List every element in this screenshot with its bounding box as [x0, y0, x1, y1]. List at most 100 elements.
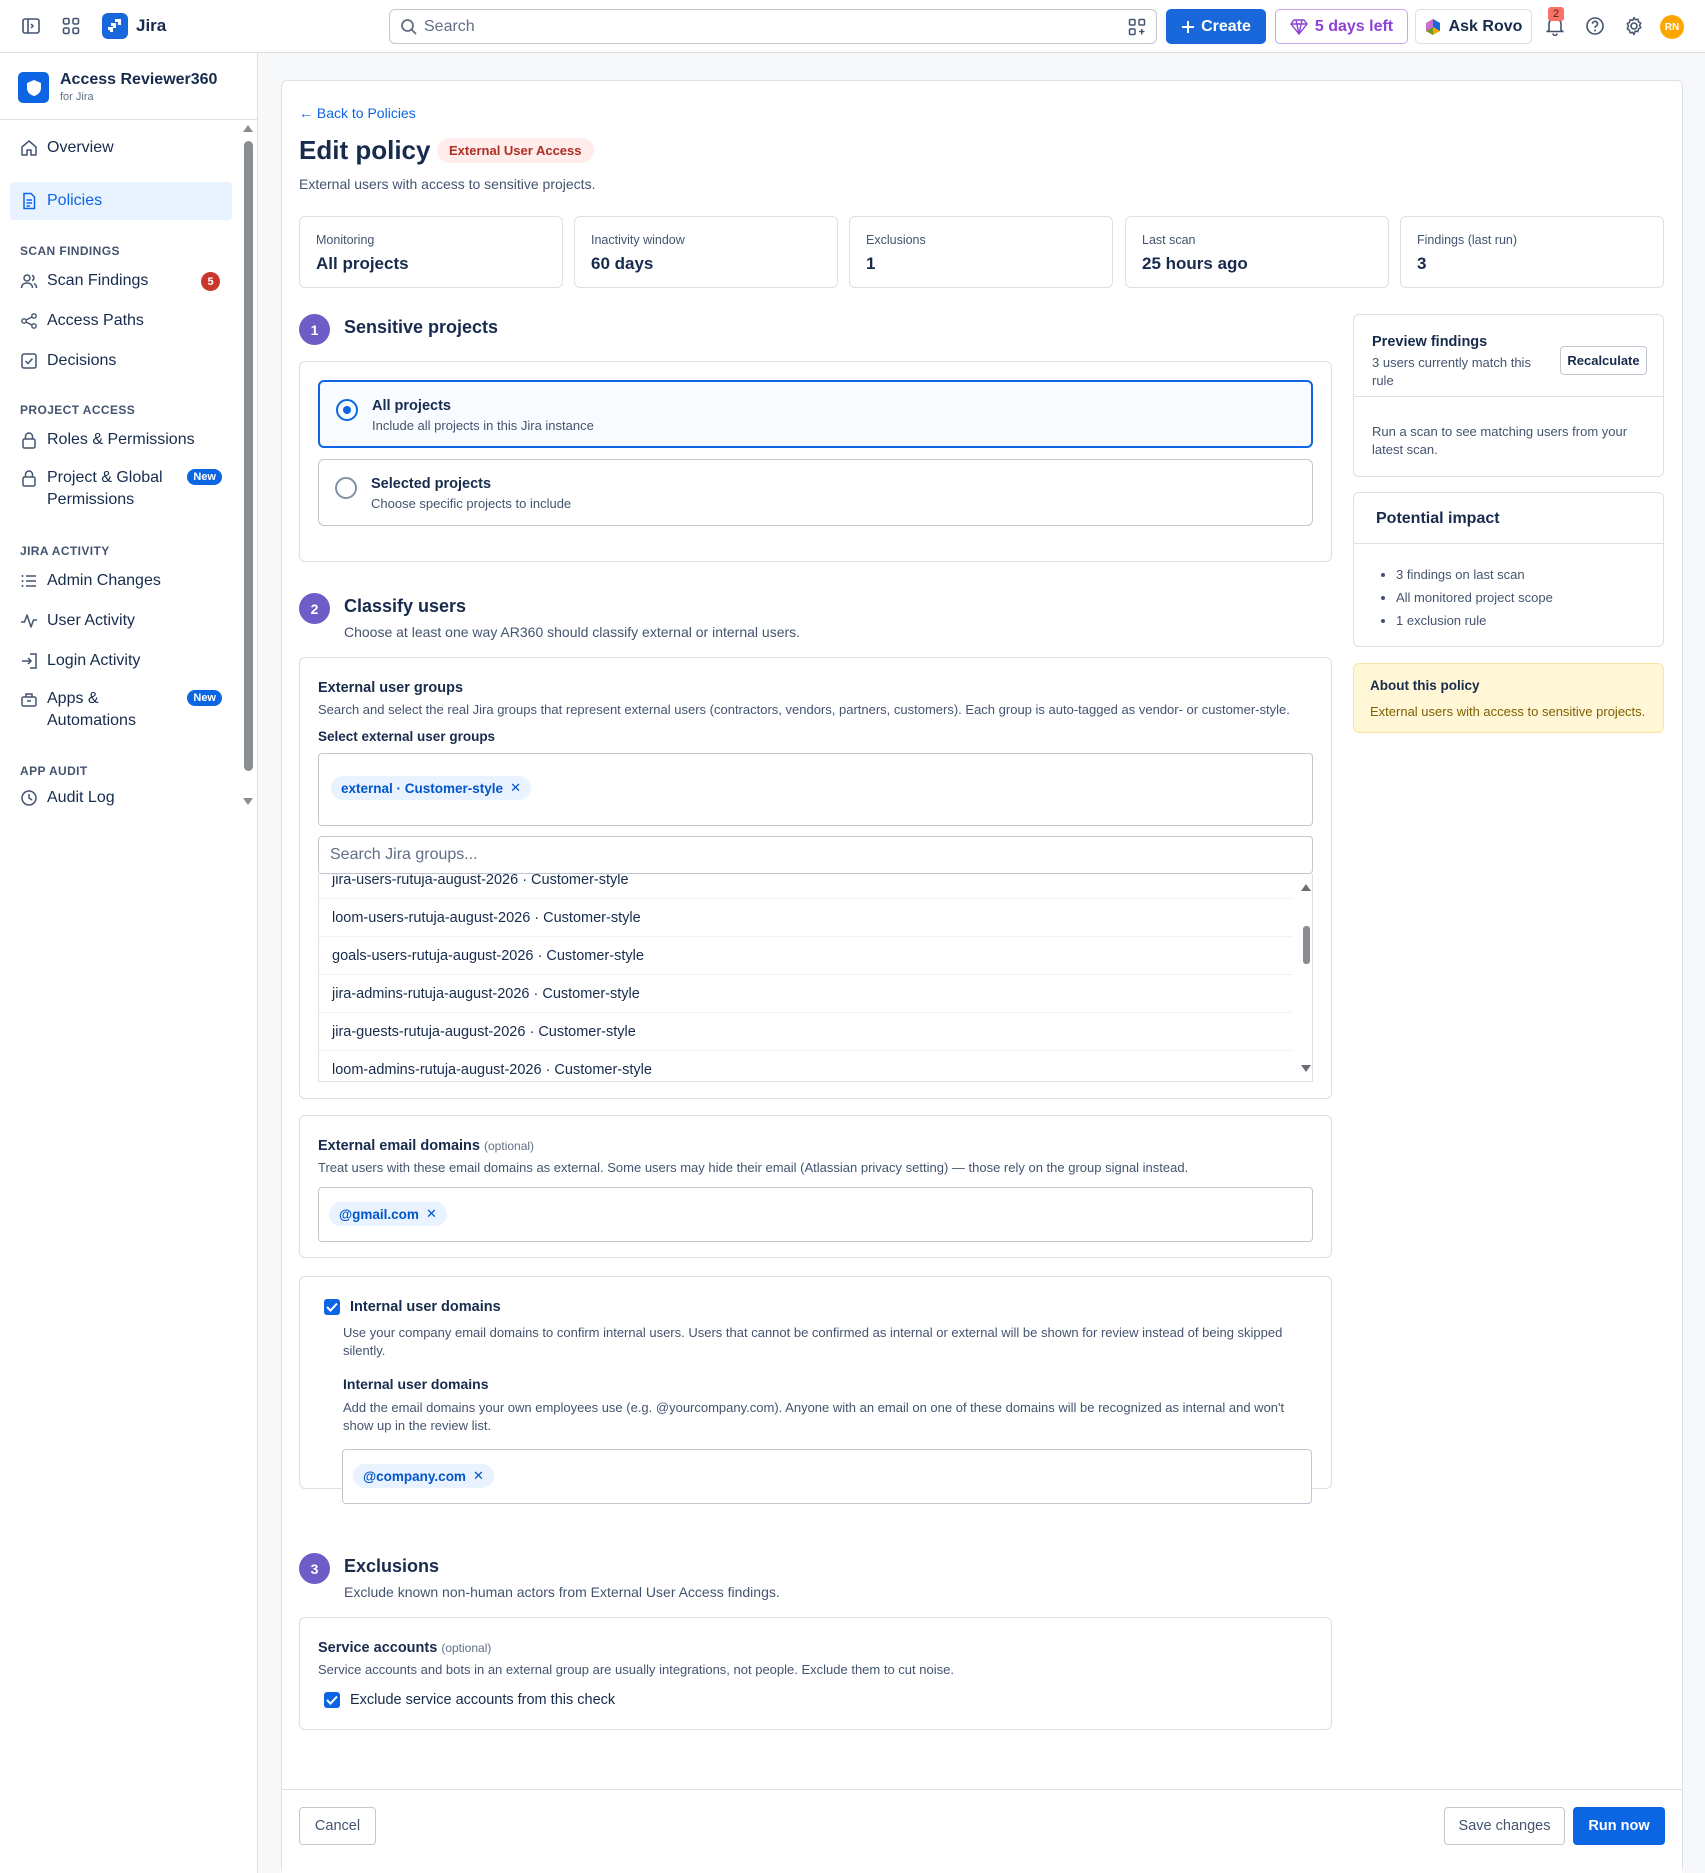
sidebar-section-project-access: PROJECT ACCESS — [20, 403, 136, 417]
email-domains-box[interactable]: @gmail.com ✕ — [318, 1187, 1313, 1242]
stat-value: 60 days — [591, 254, 654, 273]
list-item[interactable]: jira-users-rutuja-august-2026 · Customer… — [319, 874, 1293, 899]
ask-rovo-button[interactable]: Ask Rovo — [1415, 9, 1532, 44]
step-2-number: 2 — [299, 593, 330, 624]
external-user-groups-card: External user groups Search and select t… — [299, 657, 1332, 1099]
sidebar-item-login-activity[interactable]: Login Activity — [10, 642, 232, 680]
impact-item: 3 findings on last scan — [1396, 563, 1553, 586]
sidebar-item-user-activity[interactable]: User Activity — [10, 602, 232, 640]
step-2-title: Classify users — [344, 596, 467, 616]
sidebar-item-label: Audit Log — [47, 789, 115, 806]
sidebar-item-label: Decisions — [47, 352, 117, 369]
preview-note: Run a scan to see matching users from yo… — [1372, 424, 1628, 457]
user-avatar[interactable]: RN — [1660, 15, 1684, 39]
rovo-label: Ask Rovo — [1448, 17, 1523, 35]
domain-chip: @company.com ✕ — [353, 1464, 494, 1488]
stat-exclusions: Exclusions 1 — [849, 216, 1113, 288]
radio-title: All projects — [372, 398, 451, 414]
stat-label: Inactivity window — [591, 233, 685, 247]
product-name[interactable]: Jira — [136, 16, 166, 36]
domain-chip: @gmail.com ✕ — [329, 1202, 447, 1226]
create-button[interactable]: Create — [1166, 9, 1266, 44]
list-item[interactable]: jira-guests-rutuja-august-2026 · Custome… — [319, 1013, 1293, 1051]
search-input[interactable] — [424, 10, 1104, 43]
group-options-list[interactable]: jira-users-rutuja-august-2026 · Customer… — [318, 874, 1313, 1082]
app-switcher-icon[interactable] — [59, 14, 83, 38]
list-scrollbar[interactable] — [1299, 874, 1312, 1081]
cancel-button[interactable]: Cancel — [299, 1807, 376, 1845]
home-icon — [20, 139, 38, 157]
radio-all-projects[interactable]: All projects Include all projects in thi… — [318, 380, 1313, 448]
jira-logo-icon[interactable] — [102, 13, 128, 39]
sidebar-item-roles-permissions[interactable]: Roles & Permissions — [10, 421, 232, 459]
step-2-subtitle: Choose at least one way AR360 should cla… — [344, 624, 801, 640]
new-badge: New — [187, 469, 222, 485]
chip-label: @company.com — [363, 1468, 466, 1484]
sidebar-item-label: Login Activity — [47, 652, 141, 669]
stat-last-scan: Last scan 25 hours ago — [1125, 216, 1389, 288]
sidebar-item-scan-findings[interactable]: Scan Findings 5 — [10, 262, 232, 300]
remove-chip-icon[interactable]: ✕ — [510, 780, 521, 796]
stat-label: Monitoring — [316, 233, 375, 247]
stat-inactivity-window: Inactivity window 60 days — [574, 216, 838, 288]
remove-chip-icon[interactable]: ✕ — [426, 1206, 437, 1222]
save-changes-button[interactable]: Save changes — [1444, 1807, 1565, 1845]
sidebar-section-scan-findings: SCAN FINDINGS — [20, 244, 120, 258]
sidebar-item-admin-changes[interactable]: Admin Changes — [10, 562, 232, 600]
sidebar-toggle-icon[interactable] — [19, 14, 43, 38]
stat-value: 3 — [1417, 254, 1427, 273]
sidebar-item-audit-log[interactable]: Audit Log — [10, 782, 232, 814]
preview-findings-card: Preview findings 3 users currently match… — [1353, 314, 1664, 477]
group-search-input[interactable] — [318, 836, 1313, 874]
sidebar-item-decisions[interactable]: Decisions — [10, 342, 232, 380]
app-name: Access Reviewer360 — [60, 71, 218, 88]
back-to-policies-link[interactable]: ← Back to Policies — [299, 105, 416, 121]
login-icon — [20, 652, 38, 670]
sidebar-item-access-paths[interactable]: Access Paths — [10, 302, 232, 340]
list-item[interactable]: loom-admins-rutuja-august-2026 · Custome… — [319, 1051, 1293, 1081]
trial-button[interactable]: 5 days left — [1275, 9, 1408, 44]
step-3-subtitle: Exclude known non-human actors from Exte… — [344, 1584, 780, 1600]
diamond-icon — [1289, 18, 1308, 35]
sidebar-section-jira-activity: JIRA ACTIVITY — [20, 544, 110, 558]
list-item[interactable]: goals-users-rutuja-august-2026 · Custome… — [319, 937, 1293, 975]
sidebar-item-overview[interactable]: Overview — [10, 129, 232, 167]
remove-chip-icon[interactable]: ✕ — [473, 1468, 484, 1484]
settings-gear-icon[interactable] — [1622, 14, 1646, 38]
sidebar-divider — [0, 119, 257, 120]
list-icon — [20, 572, 38, 590]
stat-monitoring: Monitoring All projects — [299, 216, 563, 288]
external-groups-title: External user groups — [318, 680, 464, 696]
impact-item: 1 exclusion rule — [1396, 609, 1553, 632]
users-icon — [20, 272, 38, 290]
sidebar-scrollbar-thumb[interactable] — [244, 141, 253, 771]
selected-groups-box[interactable]: external · Customer-style ✕ — [318, 753, 1313, 826]
sidebar-item-apps-automations[interactable]: Apps & Automations New — [10, 684, 232, 734]
recalculate-button[interactable]: Recalculate — [1560, 346, 1647, 375]
radio-selected-projects[interactable]: Selected projects Choose specific projec… — [318, 459, 1313, 526]
sidebar: Access Reviewer360 for Jira Overview Pol… — [0, 53, 258, 1873]
service-accounts-title: Service accounts (optional) — [318, 1640, 491, 1656]
search-icon — [400, 18, 418, 36]
list-item[interactable]: jira-admins-rutuja-august-2026 · Custome… — [319, 975, 1293, 1013]
app-subtitle: for Jira — [60, 91, 94, 103]
exclude-service-accounts-checkbox[interactable] — [324, 1692, 340, 1708]
document-icon — [20, 192, 38, 210]
internal-domains-box[interactable]: @company.com ✕ — [342, 1449, 1312, 1504]
internal-domains-checkbox-label[interactable]: Internal user domains — [350, 1299, 501, 1315]
sidebar-item-label: Apps & Automations — [47, 690, 136, 729]
exclude-service-accounts-label[interactable]: Exclude service accounts from this check — [350, 1692, 615, 1708]
global-search[interactable] — [389, 9, 1157, 44]
sidebar-item-policies[interactable]: Policies — [10, 182, 232, 220]
run-now-button[interactable]: Run now — [1573, 1807, 1665, 1845]
service-accounts-card: Service accounts (optional) Service acco… — [299, 1617, 1332, 1730]
sidebar-item-label: Overview — [47, 139, 114, 156]
internal-domains-checkbox[interactable] — [324, 1299, 340, 1315]
plus-icon — [1181, 20, 1195, 34]
sidebar-item-label: Policies — [47, 192, 103, 209]
filter-apps-icon[interactable] — [1128, 18, 1146, 36]
sidebar-item-project-global-permissions[interactable]: Project & Global Permissions New — [10, 463, 232, 513]
help-icon[interactable] — [1583, 14, 1607, 38]
list-item[interactable]: loom-users-rutuja-august-2026 · Customer… — [319, 899, 1293, 937]
stat-label: Exclusions — [866, 233, 926, 247]
